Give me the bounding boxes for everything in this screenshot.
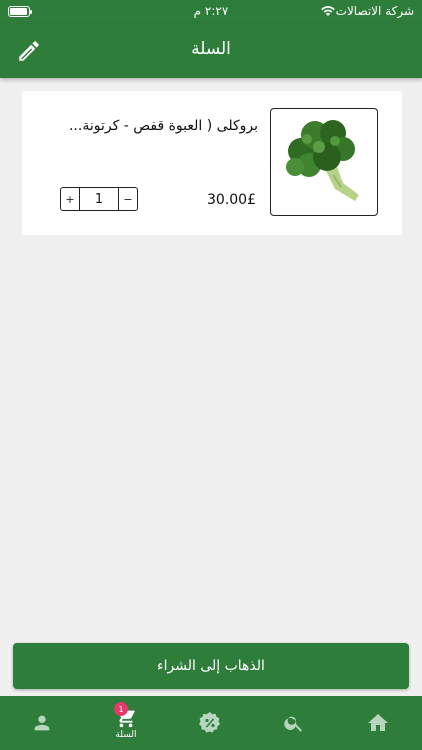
offers-icon [199,712,220,733]
page-title: السلة [191,39,231,59]
product-name[interactable]: بروكلى ( العبوة قفص - كرتونة... [38,118,258,134]
nav-search[interactable] [252,696,336,750]
nav-offers[interactable] [168,696,252,750]
decrease-button[interactable]: − [119,188,137,210]
home-icon [368,714,388,731]
nav-cart[interactable]: 1 السلة [84,696,168,750]
status-bar: ٢:٢٧ م شركة الاتصالات [0,0,422,24]
checkout-button[interactable]: الذهاب إلى الشراء [13,643,409,689]
product-price: 30.00£ [207,192,256,208]
search-icon [284,716,303,732]
profile-icon [34,715,50,731]
nav-cart-label: السلة [115,729,137,740]
carrier-name: شركة الاتصالات [335,4,414,18]
cart-count-badge: 1 [114,702,128,716]
increase-button[interactable]: + [61,188,79,210]
cart-item-card: بروكلى ( العبوة قفص - كرتونة... 30.00£ +… [22,91,402,235]
broccoli-image[interactable] [270,108,378,216]
app-bar: السلة [0,24,422,78]
nav-profile[interactable] [0,696,84,750]
quantity-stepper: + 1 − [60,187,138,211]
wifi-icon [321,6,335,16]
quantity-value[interactable]: 1 [79,188,119,210]
nav-home[interactable] [336,696,420,750]
bottom-nav: 1 السلة [0,696,422,750]
